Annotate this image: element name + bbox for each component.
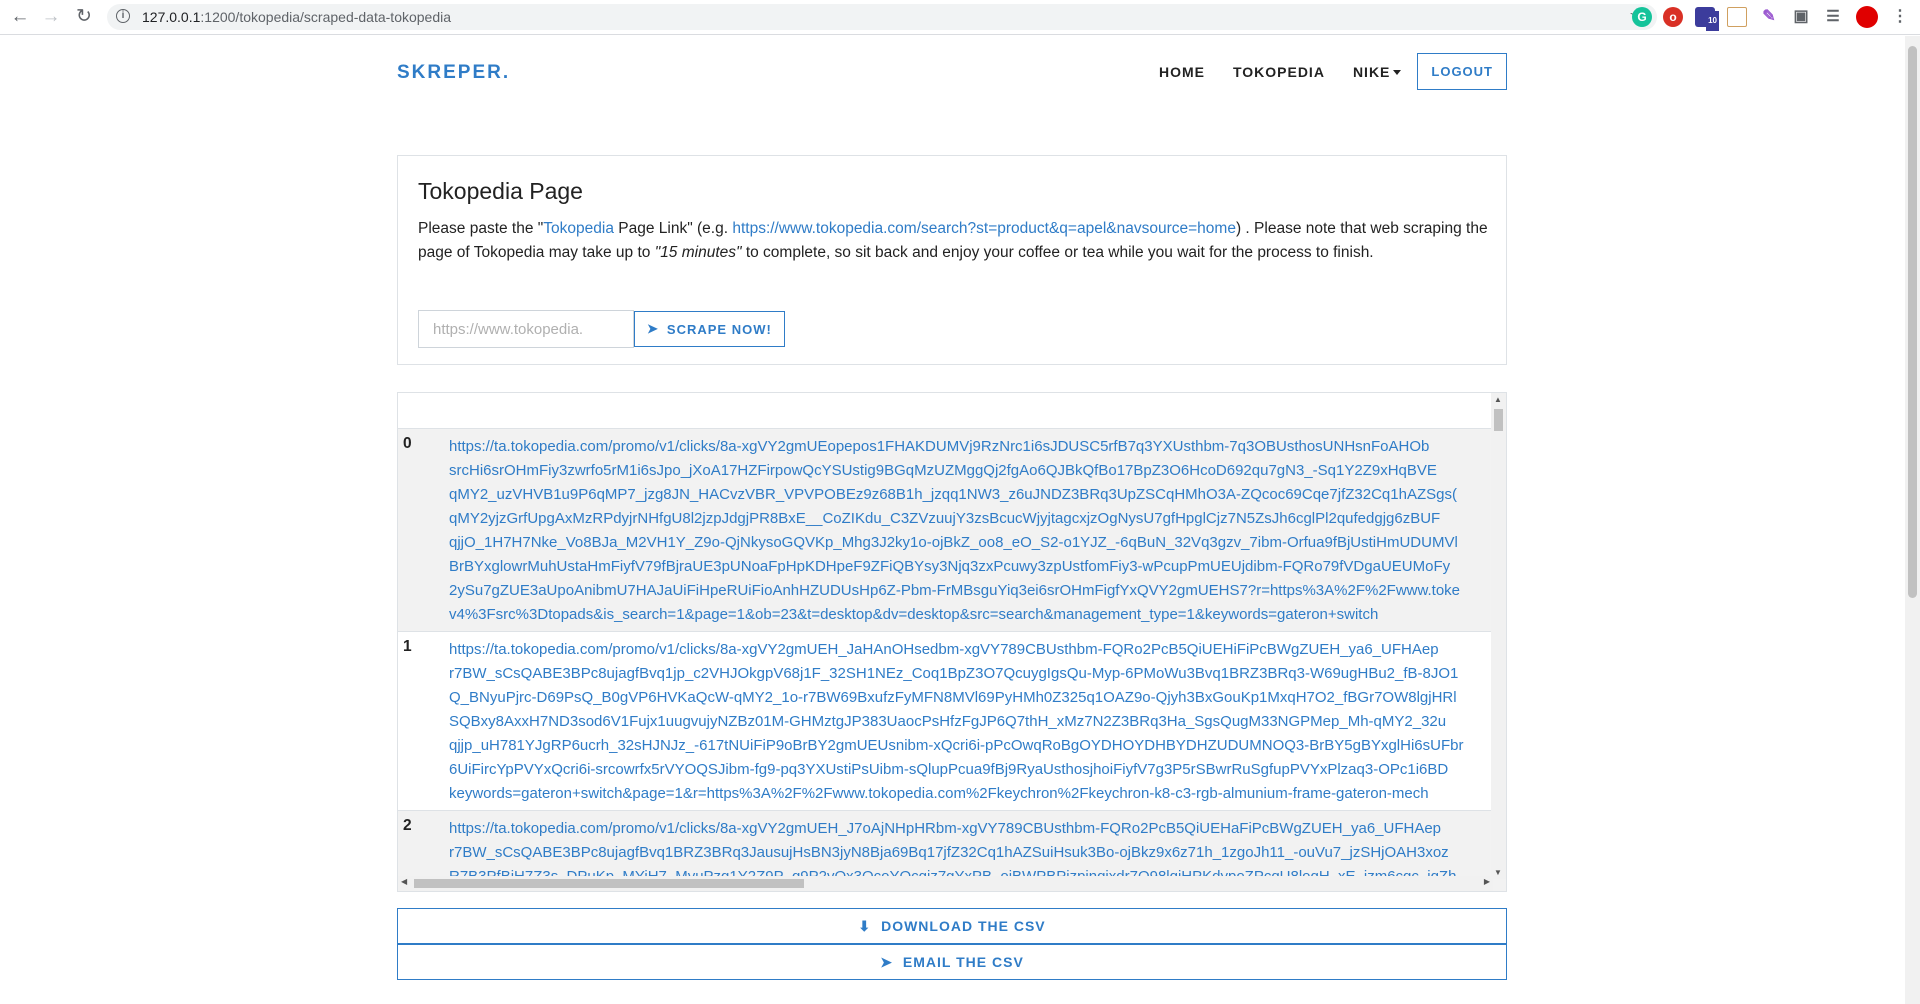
grammarly-extension-icon[interactable]: G (1632, 7, 1652, 27)
url-text[interactable]: 127.0.0.1:1200/tokopedia/scraped-data-to… (142, 9, 451, 25)
profile-avatar[interactable] (1856, 6, 1878, 28)
tokopedia-link[interactable]: Tokopedia (543, 220, 614, 237)
address-bar[interactable]: i 127.0.0.1:1200/tokopedia/scraped-data-… (107, 4, 1657, 30)
page-vertical-scrollbar[interactable] (1905, 36, 1920, 1004)
more-menu-icon[interactable]: ⋮ (1890, 7, 1910, 27)
url-line: v4%3Fsrc%3Dtopads&is_search=1&page=1&ob=… (449, 606, 1379, 623)
url-line: SQBxy8AxxH7ND3sod6V1Fujx1uugvujyNZBz01M-… (449, 713, 1447, 730)
caret-down-icon (1393, 70, 1402, 76)
url-line: Q_BNyuPjrc-D69PsQ_B0gVP6HVKaQcW-qMY2_1o-… (449, 689, 1457, 706)
url-line: https://ta.tokopedia.com/promo/v1/clicks… (449, 820, 1442, 837)
download-csv-label: DOWNLOAD THE CSV (881, 918, 1046, 934)
row-url-link[interactable]: https://ta.tokopedia.com/promo/v1/clicks… (449, 435, 1489, 627)
logout-button[interactable]: LOGOUT (1417, 53, 1507, 90)
pen-extension-icon[interactable]: ✎ (1759, 7, 1779, 27)
url-line: srcHi6srOHmFiy3zwrfo5rM1i6sJpo_jXoA17HZF… (449, 462, 1437, 479)
table-horizontal-scroll-thumb[interactable] (414, 879, 804, 888)
row-index: 0 (403, 435, 412, 452)
example-url-link[interactable]: https://www.tokopedia.com/search?st=prod… (732, 220, 1236, 237)
page-title: Tokopedia Page (418, 178, 583, 204)
scroll-right-arrow-icon[interactable]: ▶ (1484, 877, 1490, 886)
nav-nike-dropdown[interactable]: NIKE (1352, 63, 1402, 80)
paper-plane-icon: ➤ (880, 953, 893, 970)
scroll-up-arrow-icon[interactable]: ▲ (1494, 395, 1502, 404)
table-row: 1 https://ta.tokopedia.com/promo/v1/click… (398, 632, 1506, 811)
table-vertical-scrollbar[interactable]: ▲ ▼ (1491, 393, 1506, 879)
scraped-data-table[interactable]: 0 https://ta.tokopedia.com/promo/v1/click… (397, 392, 1507, 892)
reading-list-icon[interactable]: ☰ (1823, 7, 1843, 27)
nav-tokopedia[interactable]: TOKOPEDIA (1233, 64, 1325, 80)
page-scroll-thumb[interactable] (1908, 46, 1917, 598)
row-index: 2 (403, 817, 412, 834)
download-icon: ⬇ (858, 917, 872, 934)
table-vertical-scroll-thumb[interactable] (1494, 409, 1503, 431)
rocket-icon: ➤ (647, 321, 659, 336)
url-line: qjjp_uH781YJgRP6ucrh_32sHJNJz_-617tNUiFi… (449, 737, 1464, 754)
download-csv-button[interactable]: ⬇ DOWNLOAD THE CSV (397, 908, 1507, 944)
page-link-input[interactable] (418, 310, 634, 348)
browser-toolbar: ← → ↻ i 127.0.0.1:1200/tokopedia/scraped… (0, 0, 1920, 35)
scrape-form: ➤ SCRAPE NOW! (418, 310, 785, 348)
duration-text: "15 minutes" (654, 244, 742, 261)
table-body: 0 https://ta.tokopedia.com/promo/v1/click… (398, 429, 1506, 891)
url-line: qMY2yjzGrfUpgAxMzRPdyjrNHfgU8l2jzpJdgjPR… (449, 510, 1441, 527)
nav-home[interactable]: HOME (1159, 64, 1205, 80)
email-csv-button[interactable]: ➤ EMAIL THE CSV (397, 944, 1507, 980)
table-horizontal-scrollbar[interactable]: ◀ ▶ (398, 876, 1493, 891)
url-line: qMY2_uzVHVB1u9P6qMP7_jzg8JN_HACvzVBR_VPV… (449, 486, 1457, 503)
puzzle-extensions-icon[interactable]: ▣ (1791, 7, 1811, 27)
url-line: https://ta.tokopedia.com/promo/v1/clicks… (449, 641, 1439, 658)
extension-badge-icon[interactable]: 10 (1695, 7, 1719, 31)
scrape-now-label: SCRAPE NOW! (666, 321, 772, 337)
brand-logo[interactable]: SKREPER. (397, 62, 510, 84)
email-csv-label: EMAIL THE CSV (902, 954, 1024, 970)
back-icon[interactable]: ← (9, 6, 31, 28)
url-line: keywords=gateron+switch&page=1&r=https%3… (449, 785, 1429, 802)
row-url-link[interactable]: https://ta.tokopedia.com/promo/v1/clicks… (449, 638, 1489, 806)
url-line: 6UiFircYpPVYxQcri6i-srcowrfx5rVYOQSJibm-… (449, 761, 1449, 778)
scroll-left-arrow-icon[interactable]: ◀ (401, 877, 407, 886)
site-info-icon[interactable]: i (116, 9, 130, 23)
url-line: qjjO_1H7H7Nke_Vo8BJa_M2VH1Y_Z9o-QjNkysoG… (449, 534, 1458, 551)
scroll-down-arrow-icon[interactable]: ▼ (1494, 868, 1502, 877)
notebook-extension-icon[interactable] (1727, 7, 1747, 27)
adblock-extension-icon[interactable]: o (1663, 7, 1683, 27)
url-line: BrBYxglowrMuhUstaHmFiyfV79fBjraUE3pUNoaF… (449, 558, 1451, 575)
extension-badge-count: 10 (1706, 11, 1719, 31)
scrape-now-button[interactable]: ➤ SCRAPE NOW! (634, 311, 785, 347)
instructions-text: Please paste the "Tokopedia Page Link" (… (418, 220, 1488, 261)
table-row: 0 https://ta.tokopedia.com/promo/v1/click… (398, 429, 1506, 632)
url-line: 2ySu7gZUE3aUpoAnibmU7HAJaUiFiHpeRUiFioAn… (449, 582, 1461, 599)
row-index: 1 (403, 638, 412, 655)
main-nav: HOME TOKOPEDIA NIKE LOGOUT (1131, 53, 1507, 90)
forward-icon[interactable]: → (40, 6, 62, 28)
reload-icon[interactable]: ↻ (73, 6, 95, 28)
page: SKREPER. HOME TOKOPEDIA NIKE LOGOUT Toko… (0, 36, 1905, 1004)
table-header (398, 393, 1506, 429)
url-line: r7BW_sCsQABE3BPc8ujagfBvq1jp_c2VHJOkgpV6… (449, 665, 1459, 682)
scrape-card: Tokopedia Page Please paste the "Tokoped… (397, 155, 1507, 365)
nav-nike-label: NIKE (1352, 63, 1391, 80)
url-line: r7BW_sCsQABE3BPc8ujagfBvq1BRZ3BRq3Jausuj… (449, 844, 1449, 861)
url-line: https://ta.tokopedia.com/promo/v1/clicks… (449, 438, 1430, 455)
